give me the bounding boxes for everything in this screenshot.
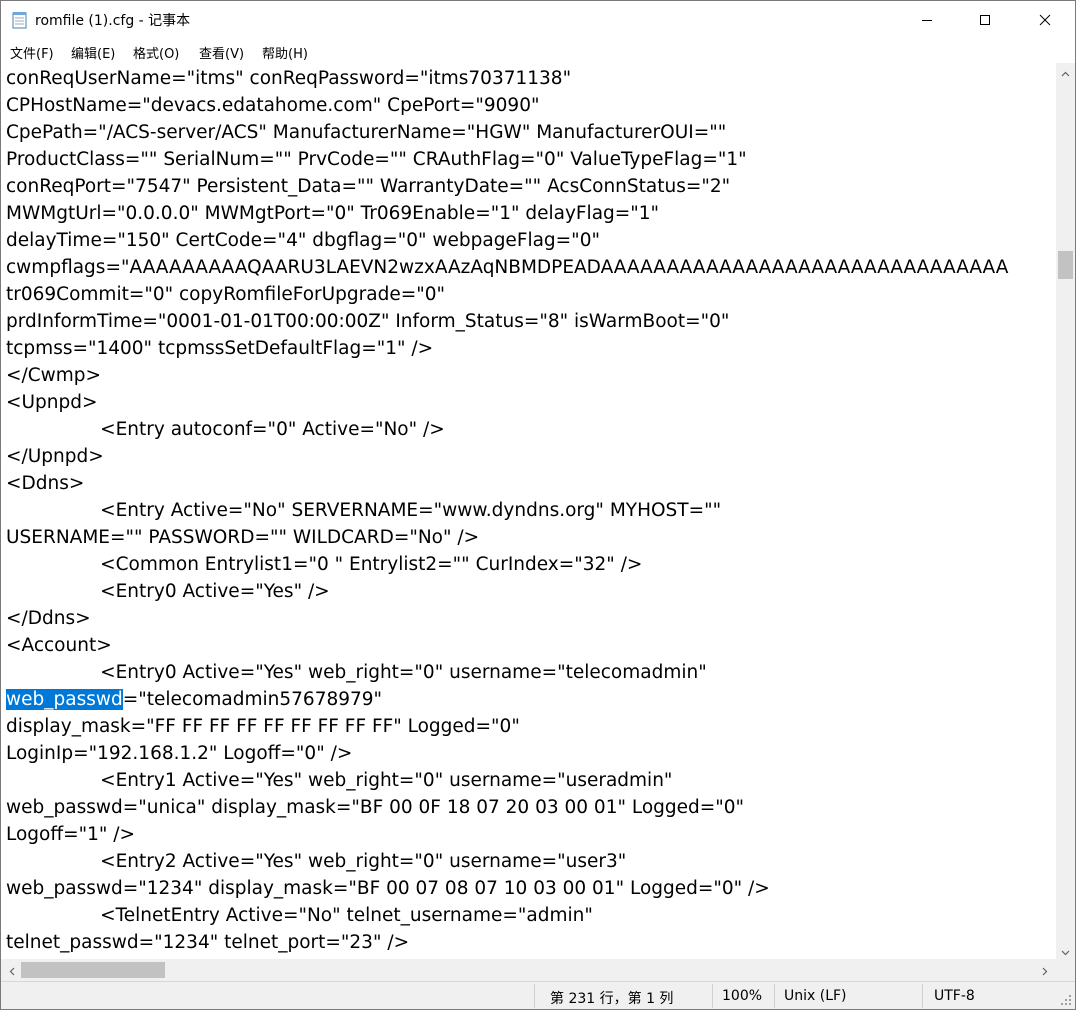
menu-file[interactable]: 文件(F) xyxy=(10,43,54,62)
status-bar: 第 231 行，第 1 列 100% Unix (LF) UTF-8 xyxy=(1,981,1075,1009)
text-line: </Cwmp> xyxy=(6,365,102,386)
text-line: display_mask="FF FF FF FF FF FF FF FF FF… xyxy=(6,716,520,737)
text-line: </Upnpd> xyxy=(6,446,104,467)
text-line: telnet_passwd="1234" telnet_port="23" /> xyxy=(6,932,410,953)
text-line: tcpmss="1400" tcpmssSetDefaultFlag="1" /… xyxy=(6,338,434,359)
minimize-button[interactable] xyxy=(898,1,956,39)
text-line: CpePath="/ACS-server/ACS" ManufacturerNa… xyxy=(6,122,727,143)
text-line: MWMgtUrl="0.0.0.0" MWMgtPort="0" Tr069En… xyxy=(6,203,660,224)
scroll-down-button[interactable] xyxy=(1056,942,1075,959)
text-line: <TelnetEntry Active="No" telnet_username… xyxy=(6,905,593,926)
notepad-icon xyxy=(12,11,28,29)
text-line: tr069Commit="0" copyRomfileForUpgrade="0… xyxy=(6,284,446,305)
text-line: <Entry autoconf="0" Active="No" /> xyxy=(6,419,445,440)
vertical-scroll-thumb[interactable] xyxy=(1058,251,1073,279)
text-line: web_passwd="unica" display_mask="BF 00 0… xyxy=(6,797,745,818)
horizontal-scrollbar[interactable] xyxy=(1,959,1056,981)
text-line: delayTime="150" CertCode="4" dbgflag="0"… xyxy=(6,230,600,251)
text-line: <Entry0 Active="Yes" /> xyxy=(6,581,330,602)
text-line: <Entry2 Active="Yes" web_right="0" usern… xyxy=(6,851,627,872)
scroll-right-button[interactable] xyxy=(1036,959,1053,981)
text-line: </Ddns> xyxy=(6,608,91,629)
text-line: <Common Entrylist1="0 " Entrylist2="" Cu… xyxy=(6,554,643,575)
selected-text: web_passwd xyxy=(6,689,123,710)
close-icon xyxy=(1039,11,1051,30)
notepad-window: romfile (1).cfg - 记事本 文件(F) 编辑(E) 格式(O) … xyxy=(0,0,1076,1010)
menu-bar: 文件(F) 编辑(E) 格式(O) 查看(V) 帮助(H) xyxy=(1,39,1075,63)
resize-grip-icon[interactable] xyxy=(1059,992,1073,1006)
maximize-icon xyxy=(979,11,991,30)
horizontal-scroll-thumb[interactable] xyxy=(21,962,165,978)
text-line: <Ddns> xyxy=(6,473,85,494)
status-divider xyxy=(534,984,535,1008)
close-button[interactable] xyxy=(1016,1,1074,39)
text-line: conReqUserName="itms" conReqPassword="it… xyxy=(6,68,572,89)
text-line: <Entry0 Active="Yes" web_right="0" usern… xyxy=(6,662,707,683)
scrollbar-corner xyxy=(1056,959,1075,981)
text-line: cwmpflags="AAAAAAAAAQAARU3LAEVN2wzxAAzAq… xyxy=(6,257,1009,278)
menu-view[interactable]: 查看(V) xyxy=(199,43,244,62)
scroll-left-button[interactable] xyxy=(3,959,20,981)
text-line: <Account> xyxy=(6,635,112,656)
text-line: <Entry Active="No" SERVERNAME="www.dyndn… xyxy=(6,500,722,521)
status-divider xyxy=(922,984,923,1008)
status-cursor-position: 第 231 行，第 1 列 xyxy=(550,991,674,1007)
menu-help[interactable]: 帮助(H) xyxy=(262,43,308,62)
status-encoding: UTF-8 xyxy=(934,988,975,1004)
status-line-ending: Unix (LF) xyxy=(784,988,847,1004)
text-line: web_passwd="telecomadmin57678979" xyxy=(6,686,1008,713)
status-divider xyxy=(774,984,775,1008)
text-line: ProductClass="" SerialNum="" PrvCode="" … xyxy=(6,149,747,170)
text-line: USERNAME="" PASSWORD="" WILDCARD="No" /> xyxy=(6,527,480,548)
status-divider xyxy=(712,984,713,1008)
chevron-up-icon xyxy=(1061,62,1070,81)
editor-lines: conReqUserName="itms" conReqPassword="it… xyxy=(6,65,1008,956)
text-line: Logoff="1" /> xyxy=(6,824,136,845)
text-line: <Upnpd> xyxy=(6,392,98,413)
window-title: romfile (1).cfg - 记事本 xyxy=(35,13,191,29)
menu-edit[interactable]: 编辑(E) xyxy=(71,43,115,62)
text-line: CPHostName="devacs.edatahome.com" CpePor… xyxy=(6,95,540,116)
chevron-down-icon xyxy=(1061,941,1070,960)
scroll-up-button[interactable] xyxy=(1056,63,1075,80)
chevron-right-icon xyxy=(1042,961,1048,980)
text-editor[interactable]: conReqUserName="itms" conReqPassword="it… xyxy=(1,63,1056,959)
status-zoom: 100% xyxy=(722,988,763,1004)
minimize-icon xyxy=(921,11,933,30)
line-text: ="telecomadmin57678979" xyxy=(122,689,383,710)
text-line: <Entry1 Active="Yes" web_right="0" usern… xyxy=(6,770,673,791)
text-line: conReqPort="7547" Persistent_Data="" War… xyxy=(6,176,731,197)
text-line: LoginIp="192.168.1.2" Logoff="0" /> xyxy=(6,743,353,764)
chevron-left-icon xyxy=(9,961,15,980)
menu-format[interactable]: 格式(O) xyxy=(133,43,179,62)
vertical-scrollbar[interactable] xyxy=(1056,63,1075,959)
text-line: web_passwd="1234" display_mask="BF 00 07… xyxy=(6,878,770,899)
maximize-button[interactable] xyxy=(956,1,1014,39)
title-bar[interactable]: romfile (1).cfg - 记事本 xyxy=(1,1,1075,39)
text-line: prdInformTime="0001-01-01T00:00:00Z" Inf… xyxy=(6,311,730,332)
